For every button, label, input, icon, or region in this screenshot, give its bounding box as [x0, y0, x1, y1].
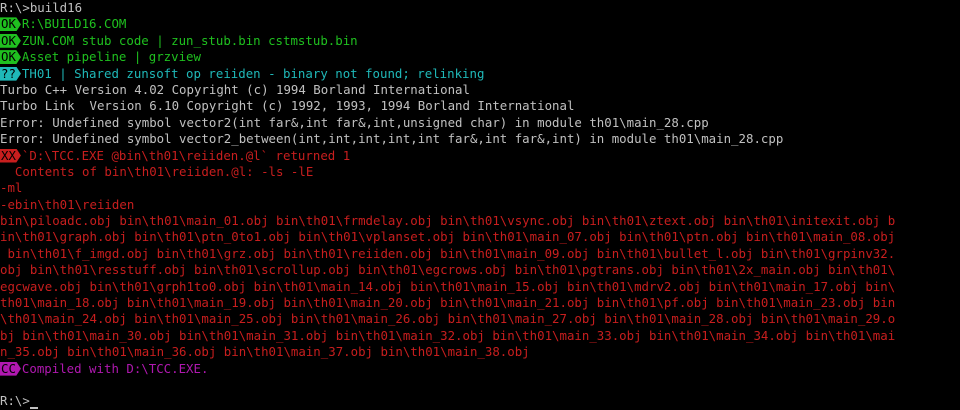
status-badge-ok: OK: [0, 50, 21, 65]
status-line-ok: OK ZUN.COM stub code | zun_stub.bin cstms…: [0, 33, 960, 49]
response-file-line: -ml: [0, 180, 23, 196]
linker-output-line: Turbo Link Version 6.10 Copyright (c) 19…: [0, 98, 575, 114]
status-text: `D:\TCC.EXE @bin\th01\reiiden.@l` return…: [21, 147, 351, 163]
compiler-output-line: Turbo C++ Version 4.02 Copyright (c) 199…: [0, 81, 470, 97]
response-file-line: bin\piloadc.obj bin\th01\main_01.obj bin…: [0, 213, 896, 229]
text-cursor: [29, 406, 38, 409]
status-line-failed: XX `D:\TCC.EXE @bin\th01\reiiden.@l` retu…: [0, 148, 960, 164]
status-badge-unknown: ??: [0, 66, 21, 81]
status-line-ok: OK R:\BUILD16.COM: [0, 16, 960, 32]
response-file-line: th01\main_18.obj bin\th01\main_19.obj bi…: [0, 295, 896, 311]
status-line-ok: OK Asset pipeline | grzview: [0, 49, 960, 65]
status-badge-failed: XX: [0, 148, 21, 163]
status-text: R:\BUILD16.COM: [21, 16, 127, 32]
status-line-compiled: CC Compiled with D:\TCC.EXE.: [0, 361, 960, 377]
shell-prompt: R:\>: [0, 0, 30, 15]
command-text: build16: [29, 0, 83, 15]
error-line: Error: Undefined symbol vector2_between(…: [0, 131, 784, 147]
command-line: R:\>build16: [0, 0, 960, 16]
status-line-unknown: ?? TH01 | Shared zunsoft op reiiden - bin…: [0, 66, 960, 82]
response-file-line: bin\th01\f_imgd.obj bin\th01\grz.obj bin…: [0, 245, 896, 261]
error-line: Error: Undefined symbol vector2(int far&…: [0, 114, 709, 130]
response-file-heading: Contents of bin\th01\reiiden.@l: -ls -lE: [0, 163, 314, 179]
status-text: TH01 | Shared zunsoft op reiiden - binar…: [21, 65, 485, 81]
input-line[interactable]: R:\>: [0, 393, 960, 409]
response-file-line: obj bin\th01\resstuff.obj bin\th01\scrol…: [0, 262, 896, 278]
response-file-line: in\th01\graph.obj bin\th01\ptn_0to1.obj …: [0, 229, 896, 245]
response-file-line: \th01\main_24.obj bin\th01\main_25.obj b…: [0, 311, 896, 327]
status-badge-compiled: CC: [0, 361, 21, 376]
response-file-line: n_35.obj bin\th01\main_36.obj bin\th01\m…: [0, 344, 530, 360]
response-file-line: bj bin\th01\main_30.obj bin\th01\main_31…: [0, 327, 896, 343]
status-text: ZUN.COM stub code | zun_stub.bin cstmstu…: [21, 32, 358, 48]
response-file-line: -ebin\th01\reiiden: [0, 196, 135, 212]
shell-prompt: R:\>: [0, 393, 30, 409]
status-badge-ok: OK: [0, 33, 21, 48]
status-badge-ok: OK: [0, 17, 21, 32]
status-text: Asset pipeline | grzview: [21, 49, 201, 65]
response-file-line: egcwave.obj bin\th01\grph1to0.obj bin\th…: [0, 278, 896, 294]
status-text: Compiled with D:\TCC.EXE.: [21, 360, 209, 376]
terminal-window[interactable]: R:\>build16 OK R:\BUILD16.COM OK ZUN.COM s…: [0, 0, 960, 409]
